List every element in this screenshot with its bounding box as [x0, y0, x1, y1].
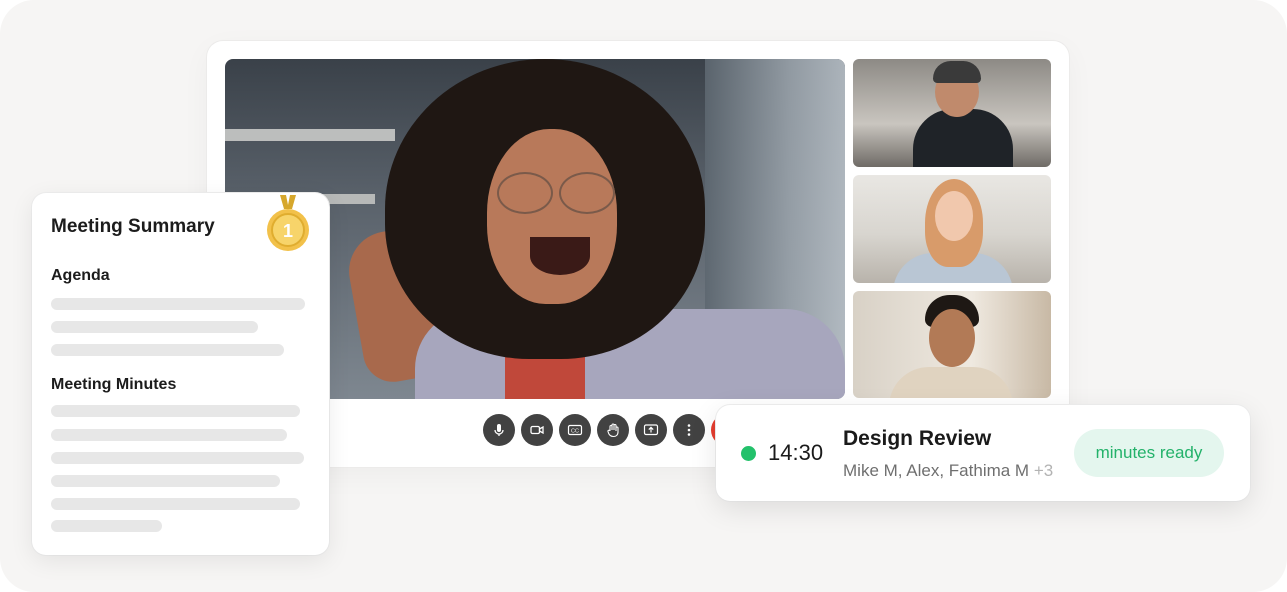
speaker-face: [487, 129, 617, 304]
meeting-title: Design Review: [843, 427, 992, 450]
placeholder-line: [51, 429, 287, 441]
participant-tile-1[interactable]: [853, 59, 1051, 167]
participant-names: Mike M, Alex, Fathima M: [843, 461, 1030, 480]
participant-tile-3[interactable]: [853, 291, 1051, 398]
svg-text:CC: CC: [571, 428, 579, 434]
placeholder-line: [51, 344, 284, 356]
meeting-notification-card[interactable]: 14:30 Design Review Mike M, Alex, Fathim…: [716, 405, 1250, 501]
participant-extra-count: +3: [1033, 461, 1054, 480]
participant-tile-2[interactable]: [853, 175, 1051, 283]
call-controls: CC: [483, 414, 743, 450]
share-screen-icon[interactable]: [635, 414, 667, 446]
agenda-heading: Agenda: [51, 267, 110, 284]
placeholder-line: [51, 520, 162, 532]
medal-icon: 1: [267, 195, 309, 251]
meeting-summary-card: Meeting Summary 1 Agenda Meeting Minutes: [32, 193, 329, 555]
placeholder-line: [51, 298, 305, 310]
more-options-icon[interactable]: [673, 414, 705, 446]
camera-icon[interactable]: [521, 414, 553, 446]
microphone-icon[interactable]: [483, 414, 515, 446]
medal-number: 1: [283, 221, 293, 241]
placeholder-line: [51, 498, 300, 510]
minutes-heading: Meeting Minutes: [51, 376, 177, 393]
captions-icon[interactable]: CC: [559, 414, 591, 446]
raise-hand-icon[interactable]: [597, 414, 629, 446]
video-call-window: CC: [207, 41, 1069, 467]
meeting-time: 14:30: [768, 440, 824, 465]
summary-title: Meeting Summary: [51, 216, 215, 237]
minutes-ready-badge[interactable]: minutes ready: [1074, 429, 1224, 477]
placeholder-line: [51, 475, 280, 487]
participant-list: Mike M, Alex, Fathima M +3: [843, 461, 1053, 481]
placeholder-line: [51, 452, 304, 464]
live-status-dot: [741, 446, 756, 461]
placeholder-line: [51, 405, 300, 417]
placeholder-line: [51, 321, 258, 333]
